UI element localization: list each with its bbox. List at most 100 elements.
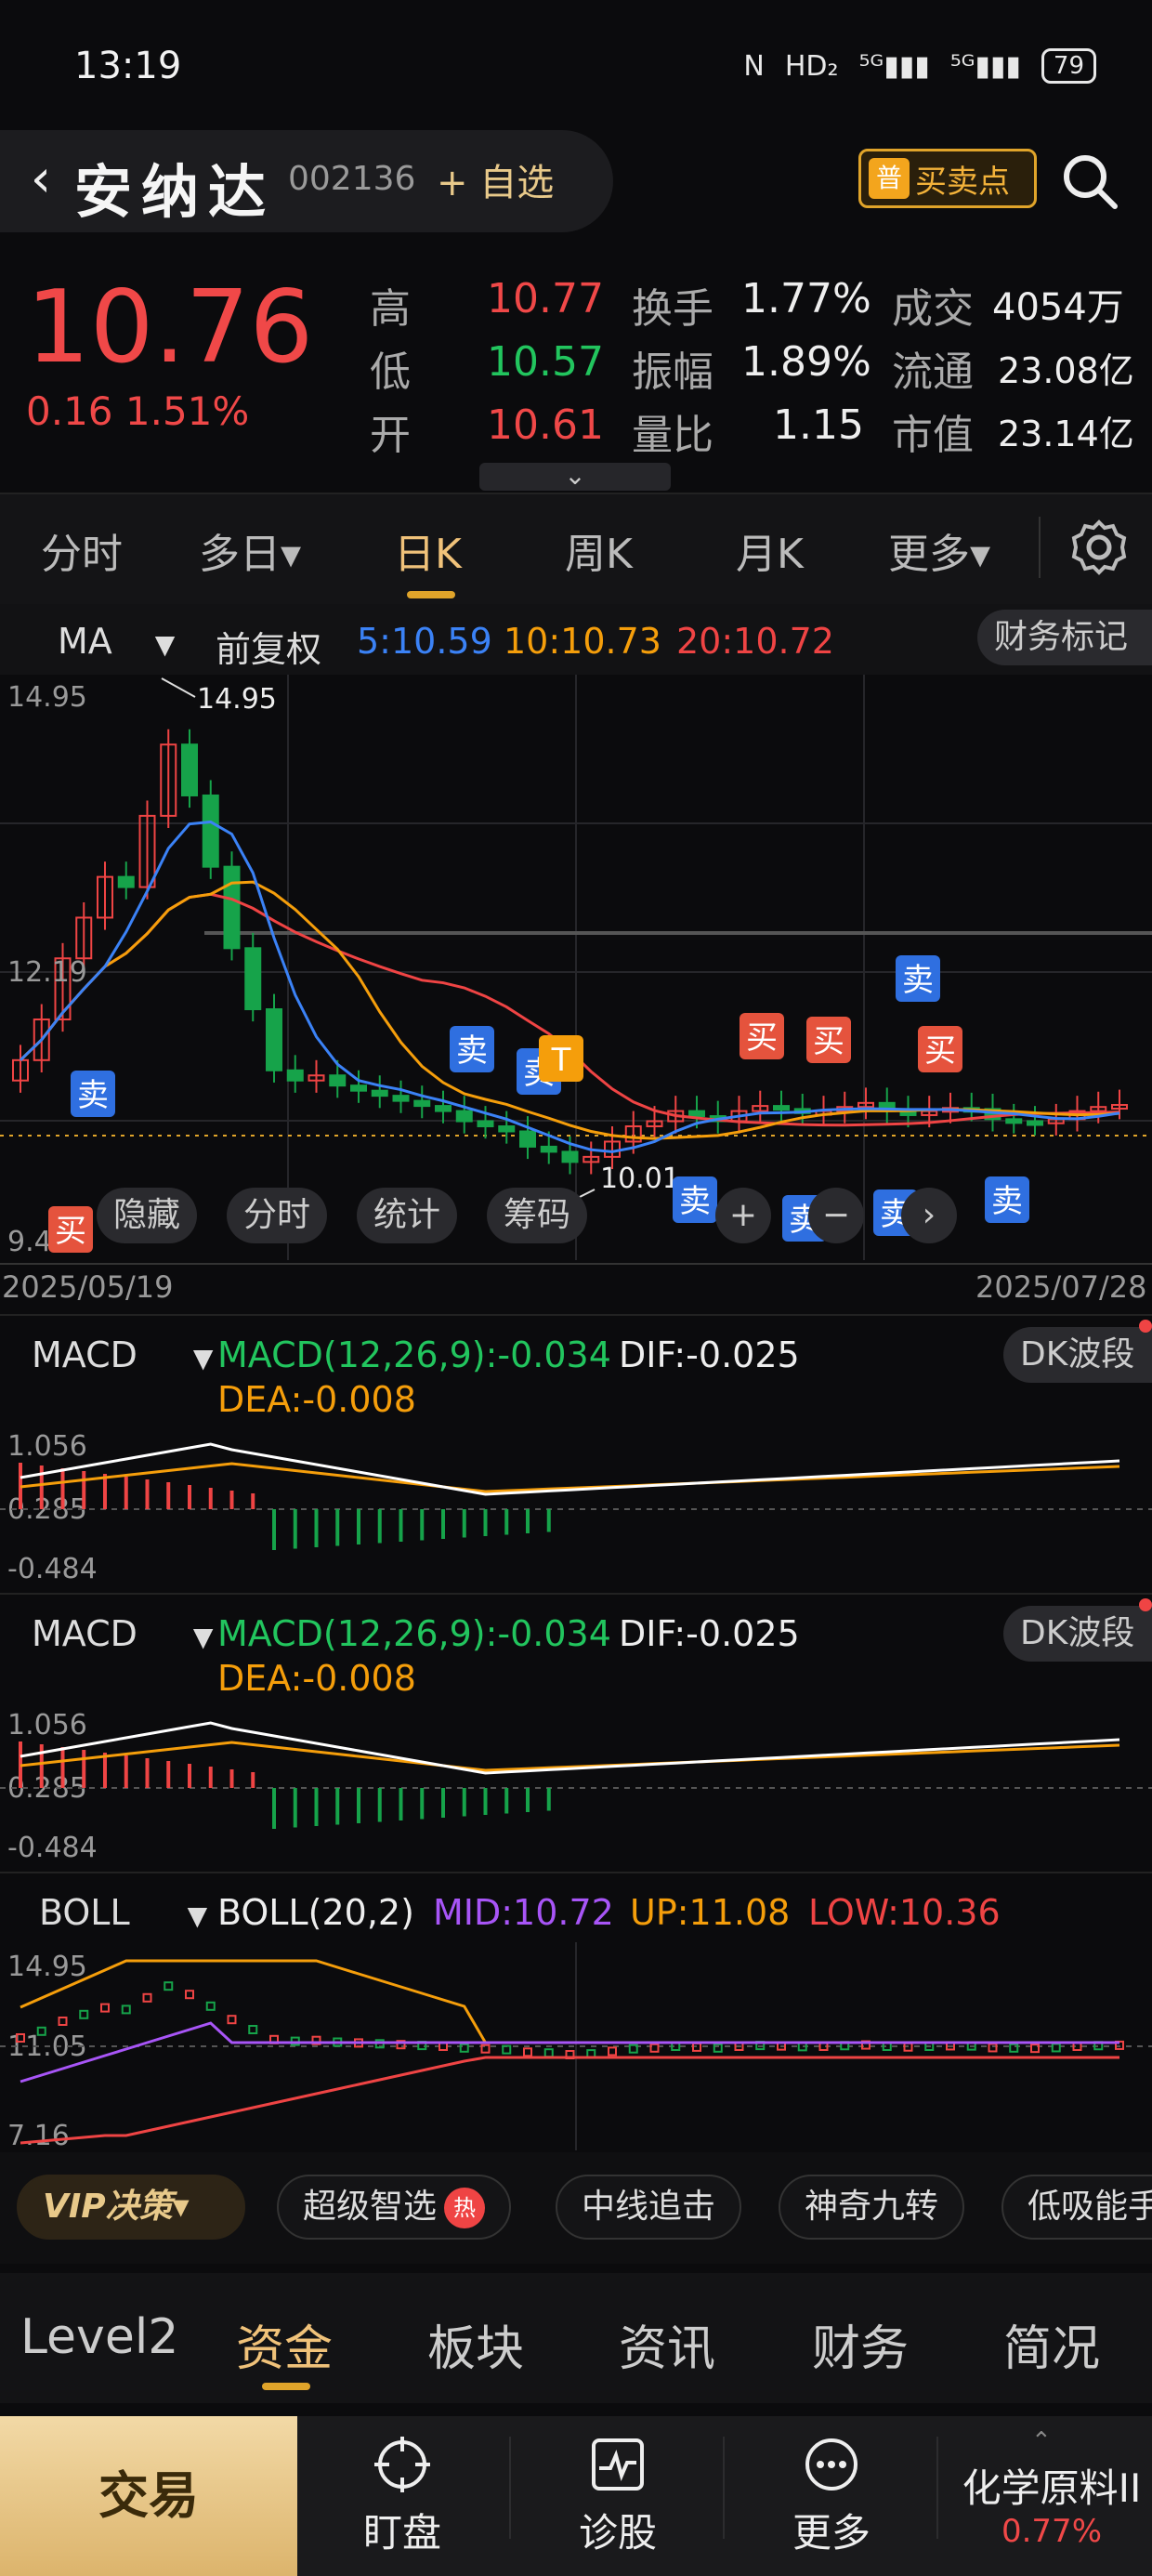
candle-body [519,1130,536,1148]
tab-weekly-k[interactable]: 周K [565,520,633,580]
boll-mid-line [20,2021,1119,2083]
scroll-right-button[interactable]: › [901,1188,957,1243]
macd-bar [546,1509,551,1532]
tab-daily-k[interactable]: 日K [394,520,462,580]
diagnose-button[interactable]: 诊股 [548,2435,687,2558]
y-axis-high: 14.95 [7,681,87,714]
dif-value-2: DIF:-0.025 [619,1613,800,1654]
expand-quote-button[interactable]: ⌄ [479,463,671,491]
macd-bar [208,1488,213,1509]
strategy-chip-low-buy[interactable]: 低吸能手 [1001,2175,1152,2240]
boll-chart: 14.95 11.05 7.16 [0,1942,1152,2150]
tab-profile[interactable]: 简况 [1003,2309,1100,2379]
dea-line-2 [20,1741,1120,1772]
macd-bar [188,1764,191,1788]
macd-bar [39,1465,44,1509]
gear-icon[interactable] [1068,517,1130,578]
search-icon[interactable] [1057,149,1122,214]
tab-finance[interactable]: 财务 [812,2309,909,2379]
zoom-out-button[interactable]: − [808,1188,864,1243]
macd-bar [441,1788,445,1818]
macd-bar [39,1744,44,1788]
strategy-chip-nine[interactable]: 神奇九转 [779,2175,965,2240]
status-bar: 13:19 N HD₂ ⁵ᴳ▮▮▮ ⁵ᴳ▮▮▮ 79 [0,0,1152,130]
macd-bar [60,1468,65,1509]
add-watchlist-button[interactable]: + 自选 [437,152,554,206]
candle-body [244,947,262,1011]
boll-low: LOW:10.36 [808,1892,1001,1933]
candle-body [477,1120,494,1128]
strategy-chip-midline[interactable]: 中线追击 [556,2175,742,2240]
sector-name[interactable]: 化学原料II [951,2457,1152,2514]
zoom-in-button[interactable]: + [715,1188,771,1243]
trade-button[interactable]: 交易 [0,2416,297,2576]
dea-value-2: DEA:-0.008 [217,1658,416,1699]
current-price: 10.76 [26,269,314,386]
tab-sector[interactable]: 板块 [427,2309,524,2379]
active-tab-indicator [407,591,455,598]
candle-body [498,1125,516,1133]
dk-wave-button-2[interactable]: DK波段 [1003,1606,1152,1662]
stats-chip[interactable]: 统计 [357,1188,458,1243]
macd-bar [103,1753,107,1788]
more-button[interactable]: 更多 [762,2435,901,2558]
tab-more[interactable]: 更多▾ [888,520,990,580]
hide-chip[interactable]: 隐藏 [97,1188,198,1243]
tab-news[interactable]: 资讯 [619,2309,715,2379]
watch-button[interactable]: 盯盘 [333,2435,472,2558]
dk-wave-button-1[interactable]: DK波段 [1003,1327,1152,1383]
buy-signal-label: 买 [813,1023,844,1060]
low-value: 10.57 [487,338,604,386]
buy-sell-point-button[interactable]: 普 买卖点 [858,149,1037,208]
adjust-mode-label[interactable]: 前复权 [216,621,321,672]
boll-price-bar [58,2017,68,2026]
battery-icon: 79 [1041,48,1096,84]
boll-mid: MID:10.72 [433,1892,614,1933]
macd-indicator-select-2[interactable]: MACD ▼ [32,1613,213,1654]
macd-bar [103,1474,107,1509]
status-icons: N HD₂ ⁵ᴳ▮▮▮ ⁵ᴳ▮▮▮ 79 [743,48,1096,84]
candle-body [117,875,135,888]
macd-bar [145,1479,150,1509]
pu-badge-icon: 普 [869,158,910,199]
macd-bar [188,1485,191,1509]
dif-value-1: DIF:-0.025 [619,1334,800,1375]
strategy-chip-super[interactable]: 超级智选热 [277,2175,512,2240]
date-start: 2025/05/19 [2,1269,173,1305]
sell-signal-label: 卖 [679,1183,711,1220]
buy-sell-point-label: 买卖点 [915,163,1010,201]
boll-price-bar [1051,2043,1061,2053]
chips-distribution-chip[interactable]: 筹码 [487,1188,588,1243]
macd-bar [420,1788,425,1820]
tab-level2[interactable]: Level2 [20,2309,178,2365]
macd-bar [483,1788,488,1815]
boll-price-bar [121,2004,131,2015]
boll-indicator-select[interactable]: BOLL ▼ [39,1892,207,1933]
macd-indicator-select-1[interactable]: MACD ▼ [32,1334,213,1375]
amplitude-value: 1.89% [741,338,871,386]
tab-monthly-k[interactable]: 月K [736,520,804,580]
tab-multi-day[interactable]: 多日▾ [199,520,301,580]
financial-marker-button[interactable]: 财务标记 [977,610,1152,665]
tab-intraday[interactable]: 分时 [41,520,123,580]
pulse-chart-icon [592,2438,644,2491]
boll-price-bar [248,2025,258,2034]
amplitude-label: 振幅 [632,348,713,396]
tab-capital[interactable]: 资金 [236,2309,333,2379]
intraday-chip[interactable]: 分时 [227,1188,328,1243]
boll-price-bar [523,2047,532,2057]
macd-bar [526,1509,530,1533]
macd-bar [504,1788,509,1814]
macd-bar [272,1509,276,1550]
hot-badge: 热 [444,2188,486,2228]
indicator-select[interactable]: MA ▼ [58,621,175,662]
info-tab-indicator [262,2383,310,2390]
chevron-up-icon[interactable]: ⌃ [1031,2427,1052,2455]
back-button[interactable]: ‹ [13,149,69,214]
candle-body [1005,1118,1023,1124]
low-price-label: 10.01 [600,1163,680,1195]
vip-decision-button[interactable]: VIP决策▾ [17,2175,245,2240]
turnover-label: 换手 [632,285,713,333]
macd-bar [441,1509,445,1539]
candle-body [773,1105,790,1111]
